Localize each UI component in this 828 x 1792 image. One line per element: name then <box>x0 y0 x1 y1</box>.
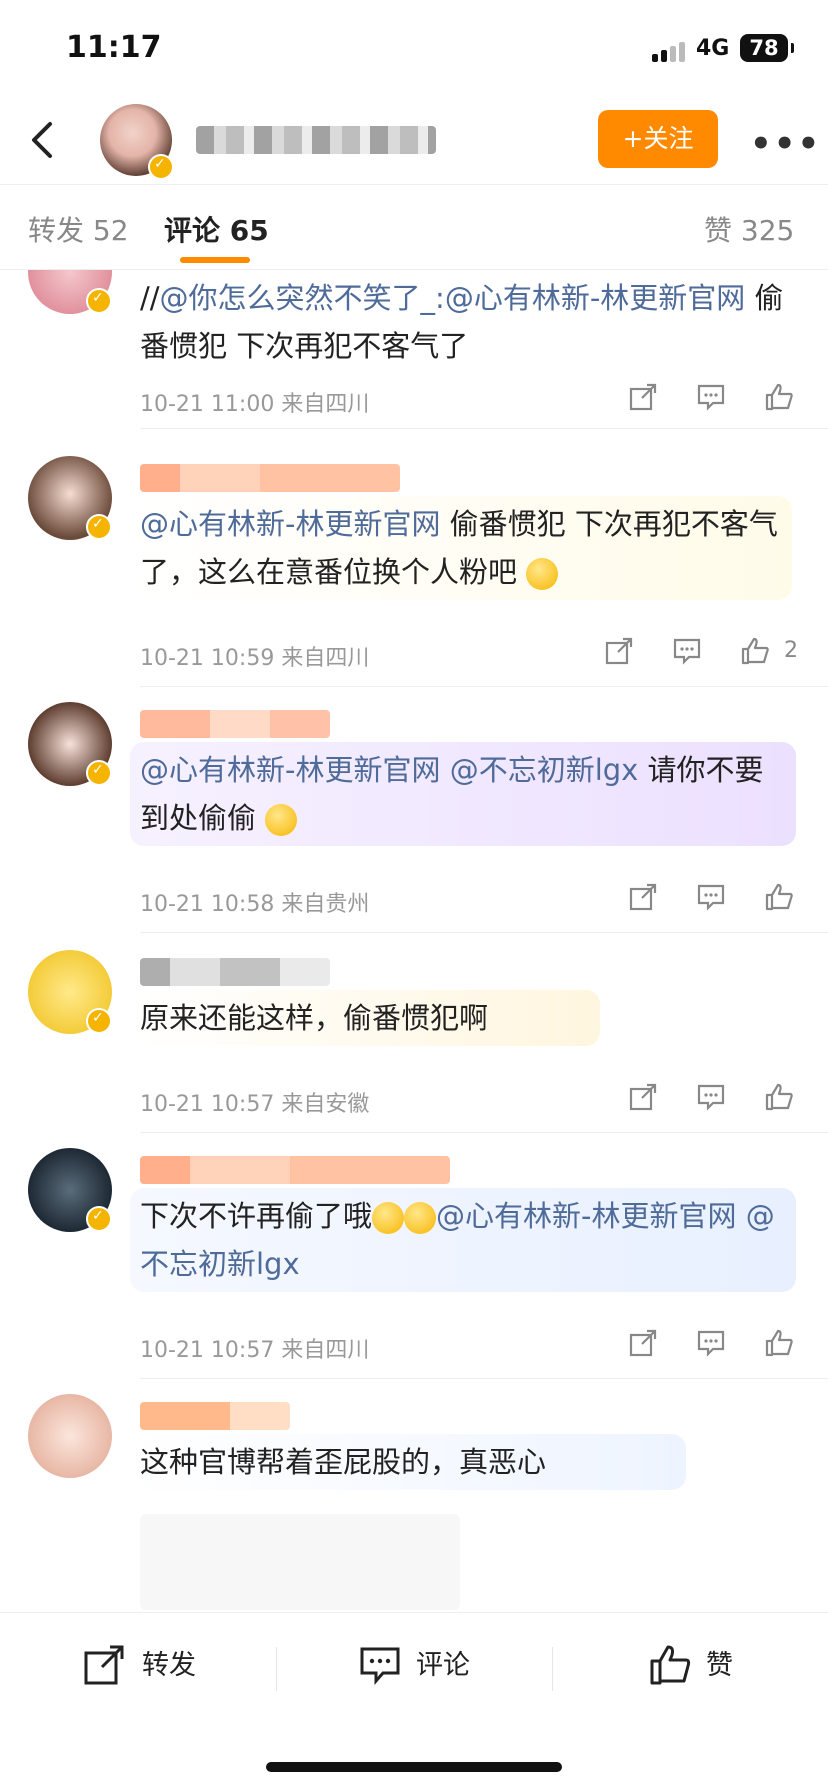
tab-bar: 转发 52 评论 65 赞 325 <box>0 185 828 270</box>
comment-username-blurred[interactable] <box>140 1156 450 1184</box>
comment-avatar[interactable] <box>28 702 112 786</box>
emoji-icon <box>265 804 298 836</box>
comment-text: @心有林新-林更新官网 @不忘初新lgx 请你不要到处偷偷 <box>140 753 764 836</box>
mention-link[interactable]: @你怎么突然不笑了_: <box>160 281 445 315</box>
bottom-action-bar: 转发 评论 赞 <box>0 1612 828 1723</box>
like-icon[interactable] <box>740 636 770 666</box>
status-bar: 11:17 4G 78 <box>0 0 828 100</box>
share-icon[interactable] <box>628 1082 658 1112</box>
tab-active-indicator <box>180 257 250 263</box>
mention-link[interactable]: @不忘初新lgx <box>450 753 639 787</box>
comment-text: @心有林新-林更新官网 偷番惯犯 下次再犯不客气了，这么在意番位换个人粉吧 <box>140 507 778 590</box>
comment-avatar[interactable] <box>28 456 112 540</box>
comment-icon[interactable] <box>672 636 702 666</box>
like-count: 2 <box>784 638 798 663</box>
verified-badge-icon <box>86 514 112 540</box>
mention-link[interactable]: @心有林新-林更新官网 <box>140 507 440 541</box>
comment-avatar[interactable] <box>28 950 112 1034</box>
verified-badge-icon <box>148 154 174 180</box>
like-icon[interactable] <box>764 1328 794 1358</box>
tab-comments[interactable]: 评论 65 <box>164 209 269 249</box>
comment-meta: 10-21 11:00 来自四川 <box>140 392 370 417</box>
more-icon[interactable]: ••• <box>750 124 821 164</box>
comment-username-blurred[interactable] <box>140 958 330 986</box>
emoji-icon <box>404 1202 437 1234</box>
emoji-icon <box>372 1202 405 1234</box>
comment-icon[interactable] <box>696 882 726 912</box>
comment-text: 这种官博帮着歪屁股的，真恶心 <box>140 1445 547 1479</box>
mention-link[interactable]: @心有林新-林更新官网 <box>436 1199 736 1233</box>
status-time: 11:17 <box>66 30 162 65</box>
mention-link[interactable]: @心有林新-林更新官网 <box>140 753 440 787</box>
comment-text: 下次不许再偷了哦 @心有林新-林更新官网 @不忘初新lgx <box>140 1199 775 1281</box>
comment-icon[interactable] <box>696 382 726 412</box>
like-icon[interactable] <box>648 1643 692 1687</box>
attached-image[interactable] <box>140 1514 460 1610</box>
like-icon[interactable] <box>764 382 794 412</box>
signal-icon <box>652 42 688 62</box>
battery-icon: 78 <box>740 34 794 62</box>
back-icon[interactable] <box>22 118 62 162</box>
home-indicator <box>266 1762 562 1772</box>
comment-meta: 10-21 10:58 来自贵州 <box>140 892 370 917</box>
comment-list[interactable]: //@你怎么突然不笑了_:@心有林新-林更新官网 偷番惯犯 下次再犯不客气了 1… <box>0 270 828 1610</box>
share-icon[interactable] <box>628 382 658 412</box>
comment-avatar[interactable] <box>28 1394 112 1478</box>
verified-badge-icon <box>86 1206 112 1232</box>
network-label: 4G <box>696 36 730 61</box>
verified-badge-icon <box>86 288 112 314</box>
comment-icon[interactable] <box>696 1328 726 1358</box>
verified-badge-icon <box>86 760 112 786</box>
tab-repost[interactable]: 转发 52 <box>28 209 129 249</box>
comment-meta: 10-21 10:57 来自四川 <box>140 1338 370 1363</box>
like-button[interactable]: 赞 <box>706 1643 733 1682</box>
like-icon[interactable] <box>764 882 794 912</box>
emoji-icon <box>526 558 559 590</box>
author-avatar[interactable] <box>100 104 174 180</box>
comment-icon[interactable] <box>696 1082 726 1112</box>
follow-button[interactable]: +关注 <box>598 110 718 168</box>
comment-username-blurred[interactable] <box>140 710 330 738</box>
comment-icon[interactable] <box>358 1643 402 1687</box>
repost-icon[interactable] <box>82 1643 126 1687</box>
nav-bar: +关注 ••• <box>0 100 828 185</box>
comment-button[interactable]: 评论 <box>416 1643 470 1682</box>
author-name-blurred[interactable] <box>196 126 436 154</box>
mention-link[interactable]: @心有林新-林更新官网 <box>445 281 745 315</box>
comment-avatar[interactable] <box>28 1148 112 1232</box>
comment-meta: 10-21 10:57 来自安徽 <box>140 1092 370 1117</box>
comment-username-blurred[interactable] <box>140 1402 290 1430</box>
repost-button[interactable]: 转发 <box>142 1643 196 1682</box>
tab-likes[interactable]: 赞 325 <box>704 209 794 249</box>
share-icon[interactable] <box>628 1328 658 1358</box>
share-icon[interactable] <box>628 882 658 912</box>
like-icon[interactable] <box>764 1082 794 1112</box>
comment-text: 原来还能这样，偷番惯犯啊 <box>140 1001 489 1035</box>
comment-avatar[interactable] <box>28 270 112 314</box>
verified-badge-icon <box>86 1008 112 1034</box>
comment-meta: 10-21 10:59 来自四川 <box>140 646 370 671</box>
comment-username-blurred[interactable] <box>140 464 400 492</box>
share-icon[interactable] <box>604 636 634 666</box>
comment-text: //@你怎么突然不笑了_:@心有林新-林更新官网 偷番惯犯 下次再犯不客气了 <box>140 281 784 363</box>
